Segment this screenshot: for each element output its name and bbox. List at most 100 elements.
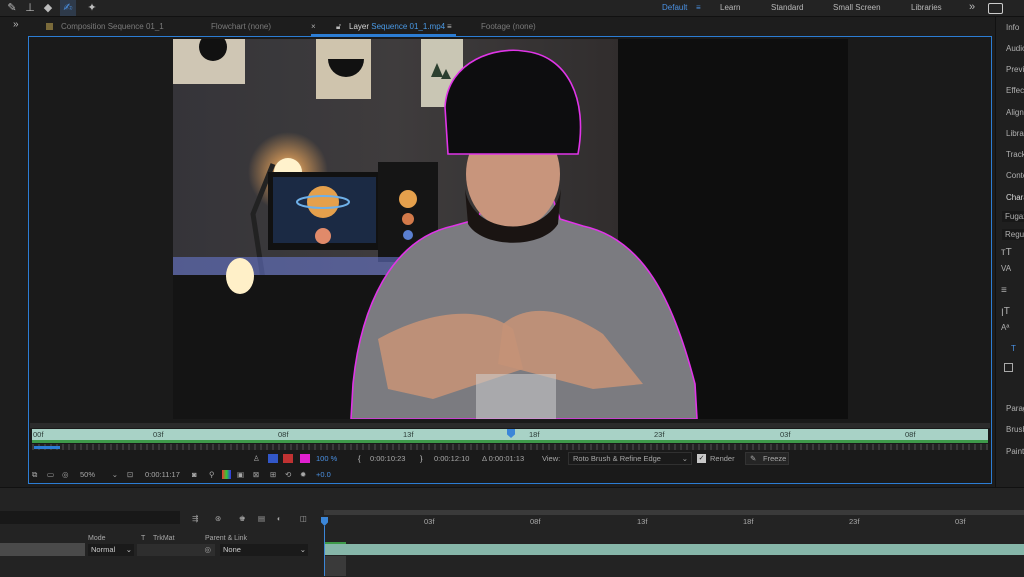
work-area-bar[interactable]: [30, 423, 990, 428]
tab-layer[interactable]: Layer Sequence 01_1.mp4: [349, 21, 445, 33]
top-toolbar: ✎ ⊥ ◆ ✍ ✦ Default ≡ Learn Standard Small…: [0, 0, 1024, 17]
timeline-search-input[interactable]: [0, 511, 180, 524]
layer-row-selected[interactable]: [0, 543, 85, 556]
faux-bold-icon[interactable]: T: [1011, 344, 1016, 353]
ruler-tick: 23f: [654, 430, 665, 439]
comp-mini-flowchart-icon[interactable]: ⇶: [192, 513, 198, 525]
pickwhip-icon[interactable]: ◎: [204, 544, 211, 556]
roto-span-indicator: [324, 542, 346, 544]
timeline-playhead-line: [324, 526, 325, 576]
current-timecode[interactable]: 0:00:11:17: [145, 469, 180, 481]
workspace-libraries[interactable]: Libraries: [911, 2, 942, 14]
channel-icon[interactable]: [222, 470, 231, 479]
graph-editor-icon[interactable]: ◫: [300, 513, 307, 525]
tab-composition[interactable]: Composition Sequence 01_1: [61, 21, 164, 33]
workspace-learn[interactable]: Learn: [720, 2, 740, 14]
video-frame: [173, 39, 848, 419]
search-help-icon[interactable]: [988, 3, 1003, 14]
panel-paragraph[interactable]: Paragraph: [1006, 404, 1024, 413]
in-point-time[interactable]: 0:00:10:23: [370, 453, 405, 465]
render-checkbox[interactable]: ✓: [697, 454, 706, 463]
panel-tabs: » Composition Sequence 01_1 Flowchart (n…: [0, 17, 995, 37]
panel-audio[interactable]: Audio: [1006, 44, 1024, 53]
zoom-dropdown[interactable]: 50% ⌄: [77, 469, 121, 481]
panel-content[interactable]: Content: [1006, 171, 1024, 180]
layer-viewer[interactable]: [173, 39, 848, 419]
show-snapshot-icon[interactable]: ⚲: [209, 469, 215, 481]
always-preview-icon[interactable]: ⧉: [32, 469, 37, 481]
panel-libraries[interactable]: Libraries: [1006, 129, 1024, 138]
out-point-time[interactable]: 0:00:12:10: [434, 453, 469, 465]
zoom-value: 50%: [80, 470, 96, 479]
timeline-tick: 13f: [637, 517, 648, 526]
draft-3d-icon[interactable]: ⊛: [215, 513, 221, 525]
view-label: View:: [542, 454, 561, 463]
panel-effects[interactable]: Effects: [1006, 86, 1024, 95]
panel-preview[interactable]: Preview: [1006, 65, 1024, 74]
puppet-pin-tool-icon[interactable]: ✦: [84, 0, 100, 16]
trkmat-dropdown[interactable]: ◎: [137, 544, 215, 556]
panel-align[interactable]: Align: [1006, 108, 1024, 117]
workspace-default[interactable]: Default: [662, 2, 687, 14]
lock-icon[interactable]: 🔓︎: [336, 21, 341, 33]
tab-layer-name: Sequence 01_1.mp4: [371, 22, 446, 31]
workspace-menu-icon[interactable]: ≡: [696, 2, 701, 14]
overlay-opacity[interactable]: 100 %: [316, 453, 337, 465]
workspace-small-screen[interactable]: Small Screen: [833, 2, 881, 14]
snapshot-icon[interactable]: ◙: [192, 469, 197, 481]
panel-brushes[interactable]: Brushes: [1006, 425, 1024, 434]
red-channel-icon[interactable]: [283, 454, 293, 463]
reset-exposure-icon[interactable]: ⟲: [285, 469, 291, 481]
timeline-tick: 18f: [743, 517, 754, 526]
freeze-button[interactable]: ✎ Freeze: [745, 452, 789, 465]
eraser-tool-icon[interactable]: ◆: [40, 0, 56, 16]
tab-menu-icon[interactable]: ≡: [447, 21, 452, 33]
region-icon[interactable]: ▣: [237, 469, 244, 481]
font-style-field[interactable]: Regular: [1002, 229, 1024, 240]
workspace-standard[interactable]: Standard: [771, 2, 803, 14]
chevron-down-icon: ⌄: [681, 454, 688, 463]
transparency-grid-icon[interactable]: ⊠: [253, 469, 259, 481]
timeline-tick: 08f: [530, 517, 541, 526]
view-options-icon[interactable]: ⊞: [270, 469, 276, 481]
alpha-channel-icon[interactable]: [268, 454, 278, 463]
motion-blur-icon[interactable]: ◐: [277, 513, 282, 525]
ligatures-checkbox[interactable]: [1004, 363, 1013, 372]
shy-icon[interactable]: ♚: [239, 513, 246, 525]
solo-icon[interactable]: ♙: [253, 453, 260, 465]
work-area-shade: [324, 556, 346, 576]
tab-flowchart[interactable]: Flowchart (none): [211, 21, 271, 33]
ruler-tick: 18f: [529, 430, 540, 439]
panel-paint[interactable]: Paint: [1006, 447, 1024, 456]
roto-brush-tool-icon[interactable]: ✍: [60, 0, 76, 16]
tab-footage[interactable]: Footage (none): [481, 21, 536, 33]
collapse-panels-icon[interactable]: »: [13, 19, 19, 31]
composition-color-icon: [46, 23, 53, 30]
chevron-down-icon: ⌄: [111, 470, 118, 479]
frame-blending-icon[interactable]: ▤: [258, 513, 265, 525]
mode-dropdown[interactable]: Normal ⌄: [88, 544, 134, 556]
timeline-navigator[interactable]: [324, 510, 1024, 515]
pen-tool-icon[interactable]: ✎: [4, 0, 20, 16]
font-family-field[interactable]: Fugaz: [1002, 211, 1024, 222]
exposure-value[interactable]: +0.0: [316, 469, 331, 481]
layer-duration-bar[interactable]: [324, 544, 1024, 555]
parent-dropdown[interactable]: None ⌄: [220, 544, 308, 556]
fit-icon[interactable]: ⊡: [127, 469, 133, 481]
font-size-icon: ᴛT: [1001, 247, 1012, 258]
view-dropdown-value: Roto Brush & Refine Edge: [573, 454, 661, 463]
set-out-icon[interactable]: }: [420, 453, 423, 465]
panel-info[interactable]: Info: [1006, 23, 1019, 32]
ruler-tick: 08f: [905, 430, 916, 439]
monitor-icon[interactable]: ▭: [47, 469, 54, 481]
vr-icon[interactable]: ◎: [62, 469, 69, 481]
overlay-color-swatch[interactable]: [300, 454, 310, 463]
set-in-icon[interactable]: {: [358, 453, 361, 465]
stamp-tool-icon[interactable]: ⊥: [22, 0, 38, 16]
view-dropdown[interactable]: Roto Brush & Refine Edge ⌄: [568, 452, 692, 465]
more-workspaces-icon[interactable]: »: [969, 2, 975, 13]
panel-character[interactable]: Character: [1006, 193, 1024, 202]
exposure-icon[interactable]: ✹: [300, 469, 306, 481]
close-tab-icon[interactable]: ×: [311, 21, 316, 33]
panel-tracker[interactable]: Tracker: [1006, 150, 1024, 159]
